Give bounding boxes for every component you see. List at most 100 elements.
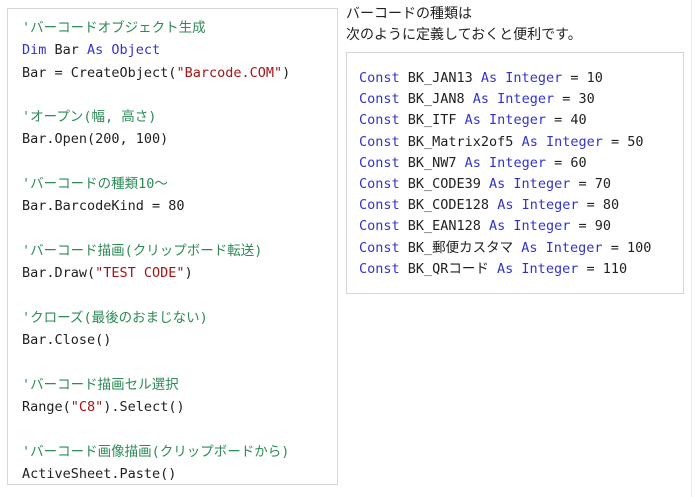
code-line: Bar = CreateObject("Barcode.COM") <box>22 62 323 84</box>
code-segment-keyword: As Object <box>87 42 160 58</box>
intro-line-2: 次のように定義しておくと便利です。 <box>346 25 582 46</box>
code-line <box>22 418 323 440</box>
code-line: Bar.Close() <box>22 329 323 351</box>
code-line <box>22 285 323 307</box>
code-segment-code: ) <box>282 65 290 81</box>
code-line: Const BK_JAN13 As Integer = 10 <box>359 68 671 89</box>
code-segment-keyword: As Integer <box>473 91 554 107</box>
code-segment-code: BK_JAN13 <box>400 70 481 86</box>
vba-code-panel: 'バーコードオブジェクト生成Dim Bar As ObjectBar = Cre… <box>7 8 338 485</box>
code-segment-keyword: Const <box>359 70 400 86</box>
code-segment-keyword: As Integer <box>489 218 570 234</box>
code-segment-keyword: Const <box>359 155 400 171</box>
code-segment-code: BK_EAN128 <box>400 218 489 234</box>
code-segment-code: BK_ITF <box>400 112 465 128</box>
code-segment-string: "Barcode.COM" <box>176 65 282 81</box>
code-segment-code: BK_郵便カスタマ <box>400 240 522 256</box>
code-line: Dim Bar As Object <box>22 39 323 61</box>
code-segment-keyword: As Integer <box>465 155 546 171</box>
code-segment-code: Bar = CreateObject( <box>22 65 176 81</box>
code-segment-comment: 'バーコード描画セル選択 <box>22 377 179 393</box>
code-line: Const BK_QRコード As Integer = 110 <box>359 259 671 280</box>
code-segment-code: BK_Matrix2of5 <box>400 134 522 150</box>
code-segment-keyword: As Integer <box>521 240 602 256</box>
code-segment-comment: 'バーコード描画(クリップボード転送) <box>22 243 262 259</box>
code-line: Const BK_Matrix2of5 As Integer = 50 <box>359 132 671 153</box>
code-segment-keyword: Dim <box>22 42 46 58</box>
code-line: 'バーコードの種類10〜 <box>22 173 323 195</box>
code-line <box>22 351 323 373</box>
code-segment-code: BK_CODE39 <box>400 176 489 192</box>
code-segment-code: Bar.Open(200, 100) <box>22 131 168 147</box>
code-line: 'バーコードオブジェクト生成 <box>22 17 323 39</box>
code-segment-code: Bar.BarcodeKind = 80 <box>22 198 185 214</box>
code-line: Range("C8").Select() <box>22 396 323 418</box>
code-segment-code: = 110 <box>578 261 627 277</box>
code-segment-keyword: Const <box>359 240 400 256</box>
code-segment-keyword: Const <box>359 176 400 192</box>
code-segment-keyword: As Integer <box>481 70 562 86</box>
intro-text: バーコードの種類は 次のように定義しておくと便利です。 <box>346 4 582 46</box>
code-segment-code: ActiveSheet.Paste() <box>22 466 176 482</box>
code-segment-keyword: As Integer <box>522 134 603 150</box>
code-line: 'バーコード画像描画(クリップボードから) <box>22 441 323 463</box>
code-segment-keyword: Const <box>359 112 400 128</box>
code-line: Const BK_EAN128 As Integer = 90 <box>359 216 671 237</box>
code-segment-string: "TEST CODE" <box>95 265 184 281</box>
code-segment-code: = 100 <box>603 240 652 256</box>
code-line: 'バーコード描画(クリップボード転送) <box>22 240 323 262</box>
const-definitions-panel: Const BK_JAN13 As Integer = 10Const BK_J… <box>346 52 684 294</box>
code-line: Const BK_CODE128 As Integer = 80 <box>359 195 671 216</box>
code-line <box>22 84 323 106</box>
code-segment-code: = 30 <box>554 91 595 107</box>
code-segment-code: ) <box>185 265 193 281</box>
code-segment-code: BK_QRコード <box>400 261 497 277</box>
code-segment-code: ).Select() <box>103 399 184 415</box>
code-segment-keyword: As Integer <box>489 176 570 192</box>
code-line <box>22 218 323 240</box>
intro-line-1: バーコードの種類は <box>346 4 582 25</box>
code-segment-keyword: Const <box>359 218 400 234</box>
code-line: 'バーコード描画セル選択 <box>22 374 323 396</box>
code-segment-comment: 'バーコードオブジェクト生成 <box>22 20 206 36</box>
code-segment-comment: 'クローズ(最後のおまじない) <box>22 310 208 326</box>
code-segment-keyword: Const <box>359 134 400 150</box>
code-line <box>22 151 323 173</box>
code-segment-code: = 50 <box>603 134 644 150</box>
code-line: Const BK_ITF As Integer = 40 <box>359 110 671 131</box>
code-line: Const BK_JAN8 As Integer = 30 <box>359 89 671 110</box>
code-segment-code: = 10 <box>562 70 603 86</box>
code-segment-code: BK_CODE128 <box>400 197 498 213</box>
code-segment-keyword: As Integer <box>497 197 578 213</box>
code-segment-code: = 70 <box>570 176 611 192</box>
code-line: Bar.BarcodeKind = 80 <box>22 195 323 217</box>
page-edge-divider <box>691 0 692 497</box>
code-segment-code: BK_NW7 <box>400 155 465 171</box>
code-segment-code: = 80 <box>578 197 619 213</box>
code-segment-code: BK_JAN8 <box>400 91 473 107</box>
code-segment-keyword: Const <box>359 261 400 277</box>
code-line: ActiveSheet.Paste() <box>22 463 323 485</box>
code-line: Bar.Open(200, 100) <box>22 128 323 150</box>
code-segment-code: Bar.Close() <box>22 332 111 348</box>
code-segment-code: Range( <box>22 399 71 415</box>
page: 'バーコードオブジェクト生成Dim Bar As ObjectBar = Cre… <box>0 0 700 497</box>
code-segment-comment: 'バーコード画像描画(クリップボードから) <box>22 444 289 460</box>
code-line: 'オープン(幅, 高さ) <box>22 106 323 128</box>
code-line: Const BK_郵便カスタマ As Integer = 100 <box>359 238 671 259</box>
code-segment-keyword: As Integer <box>497 261 578 277</box>
code-line: Bar.Draw("TEST CODE") <box>22 262 323 284</box>
code-line: Const BK_CODE39 As Integer = 70 <box>359 174 671 195</box>
code-line: Const BK_NW7 As Integer = 60 <box>359 153 671 174</box>
code-segment-comment: 'バーコードの種類10〜 <box>22 176 168 192</box>
code-segment-keyword: Const <box>359 91 400 107</box>
code-line: 'クローズ(最後のおまじない) <box>22 307 323 329</box>
code-segment-code: = 40 <box>546 112 587 128</box>
code-segment-string: "C8" <box>71 399 104 415</box>
code-segment-comment: 'オープン(幅, 高さ) <box>22 109 156 125</box>
code-segment-code: Bar <box>46 42 87 58</box>
code-segment-code: Bar.Draw( <box>22 265 95 281</box>
code-segment-keyword: As Integer <box>465 112 546 128</box>
code-segment-keyword: Const <box>359 197 400 213</box>
code-segment-code: = 90 <box>570 218 611 234</box>
